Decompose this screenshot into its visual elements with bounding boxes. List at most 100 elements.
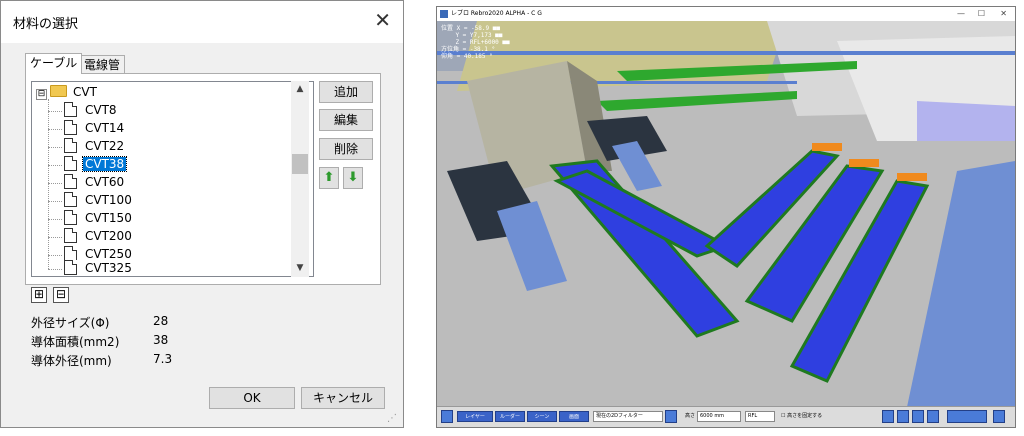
- document-icon: [64, 260, 77, 275]
- close-icon[interactable]: ✕: [374, 10, 391, 30]
- collapse-all-button[interactable]: ⊟: [53, 287, 69, 303]
- tree-branch-line: [48, 111, 62, 112]
- scroll-thumb[interactable]: [292, 154, 308, 174]
- steel-beam: [437, 51, 1015, 55]
- 3d-viewport[interactable]: [437, 21, 1015, 407]
- outer-size-label: 外径サイズ(Φ): [31, 316, 110, 330]
- document-icon: [64, 138, 77, 153]
- material-tree[interactable]: ⊟ CVT CVT8 CVT14 CVT22 CVT38 CVT60 CVT100…: [31, 81, 314, 277]
- tree-branch-line: [48, 201, 62, 202]
- filter-dropdown[interactable]: 現在の2Dフィルター: [593, 411, 663, 422]
- tree-item-label: CVT38: [81, 156, 128, 172]
- move-down-button[interactable]: ⬇: [343, 167, 363, 189]
- tree-item-cvt22[interactable]: CVT22: [64, 138, 126, 155]
- tree-branch-line: [48, 255, 62, 256]
- folder-icon: [50, 85, 67, 97]
- fix-height-checkbox[interactable]: ☐ 高さを固定する: [781, 411, 822, 422]
- camera-icon[interactable]: [912, 410, 924, 423]
- minimize-icon[interactable]: —: [957, 7, 965, 21]
- conductor-diameter-label: 導体外径(mm): [31, 354, 112, 368]
- document-icon: [64, 120, 77, 135]
- app-icon: [440, 10, 448, 18]
- delete-button[interactable]: 削除: [319, 138, 373, 160]
- layer-button[interactable]: レイヤー: [457, 411, 493, 422]
- document-icon: [64, 156, 77, 171]
- document-icon: [64, 174, 77, 189]
- house-icon[interactable]: [897, 410, 909, 423]
- tree-branch-line: [48, 219, 62, 220]
- tree-branch-line: [48, 269, 62, 270]
- cad-window-title: レブロ Rebro2020 ALPHA - C G: [451, 10, 542, 17]
- tab-cable[interactable]: ケーブル: [25, 53, 83, 74]
- tree-item-cvt150[interactable]: CVT150: [64, 210, 134, 227]
- tree-item-cvt60[interactable]: CVT60: [64, 174, 126, 191]
- document-icon: [64, 210, 77, 225]
- document-icon: [64, 228, 77, 243]
- cancel-button[interactable]: キャンセル: [301, 387, 385, 409]
- tree-item-cvt38[interactable]: CVT38: [64, 156, 128, 173]
- window-close-icon[interactable]: ✕: [1000, 7, 1007, 21]
- dialog-titlebar: 材料の選択 ✕: [1, 1, 403, 43]
- tree-item-label: CVT60: [85, 175, 125, 189]
- tree-item-cvt200[interactable]: CVT200: [64, 228, 134, 245]
- height-label: 高さ: [685, 413, 696, 419]
- tree-item-label: CVT250: [85, 247, 132, 261]
- next-icon[interactable]: [993, 410, 1005, 423]
- tree-item-cvt14[interactable]: CVT14: [64, 120, 126, 137]
- tray-end-cap: [897, 173, 927, 181]
- coordinate-readout: 位置 X = -58.9 ■■ Y = Y7,173 ■■ Z = RFL+60…: [441, 25, 510, 60]
- tree-branch-line: [48, 129, 62, 130]
- apply-icon[interactable]: [665, 410, 677, 423]
- cad-titlebar: レブロ Rebro2020 ALPHA - C G — ☐ ✕: [437, 7, 1015, 21]
- maximize-icon[interactable]: ☐: [978, 7, 985, 21]
- tree-scrollbar[interactable]: ▲ ▼: [291, 81, 309, 277]
- scroll-up-icon[interactable]: ▲: [291, 81, 309, 98]
- resize-grip-icon[interactable]: ⋰: [387, 413, 397, 424]
- edit-button[interactable]: 編集: [319, 109, 373, 131]
- tree-root-cvt[interactable]: ⊟ CVT: [36, 84, 99, 101]
- height-input[interactable]: 6000 mm: [697, 411, 741, 422]
- document-icon: [64, 102, 77, 117]
- tray-end-cap: [812, 143, 842, 151]
- collapse-icon[interactable]: ⊟: [36, 89, 47, 100]
- tree-item-label: CVT325: [85, 261, 132, 275]
- tray-end-cap: [849, 159, 879, 167]
- conductor-area-value: 38: [153, 333, 169, 347]
- cad-bottom-toolbar: レイヤー ルーダー シーン 画面 現在の2Dフィルター 高さ 6000 mm R…: [437, 406, 1015, 427]
- tree-item-label: CVT200: [85, 229, 132, 243]
- tree-branch-line: [48, 165, 62, 166]
- scene-button[interactable]: シーン: [527, 411, 557, 422]
- mode-toggle[interactable]: [947, 410, 987, 423]
- ok-button[interactable]: OK: [209, 387, 295, 409]
- screen-button[interactable]: 画面: [559, 411, 589, 422]
- tree-guide-line: [48, 99, 49, 269]
- settings-icon[interactable]: [927, 410, 939, 423]
- home-icon[interactable]: [441, 410, 453, 423]
- tree-item-cvt325[interactable]: CVT325: [64, 260, 134, 276]
- material-select-dialog: 材料の選択 ✕ ケーブル 電線管 ⊟ CVT CVT8 CVT14 CVT22 C…: [0, 0, 404, 428]
- conductor-area-label: 導体面積(mm2): [31, 335, 120, 349]
- expand-icon[interactable]: [882, 410, 894, 423]
- tree-item-cvt100[interactable]: CVT100: [64, 192, 134, 209]
- tree-item-label: CVT100: [85, 193, 132, 207]
- tree-item-cvt8[interactable]: CVT8: [64, 102, 119, 119]
- tree-branch-line: [48, 237, 62, 238]
- scroll-down-icon[interactable]: ▼: [291, 260, 309, 277]
- tree-item-label: CVT22: [85, 139, 125, 153]
- glass-panel: [917, 101, 1015, 141]
- document-icon: [64, 246, 77, 261]
- ruler-button[interactable]: ルーダー: [495, 411, 525, 422]
- document-icon: [64, 192, 77, 207]
- move-up-button[interactable]: ⬆: [319, 167, 339, 189]
- tree-item-label: CVT8: [85, 103, 117, 117]
- outer-size-value: 28: [153, 314, 169, 328]
- conductor-diameter-value: 7.3: [153, 352, 173, 366]
- add-button[interactable]: 追加: [319, 81, 373, 103]
- tab-conduit[interactable]: 電線管: [79, 55, 126, 74]
- dialog-title: 材料の選択: [13, 17, 79, 32]
- tree-item-label: CVT150: [85, 211, 132, 225]
- tree-item-label: CVT14: [85, 121, 125, 135]
- level-dropdown[interactable]: RFL: [745, 411, 775, 422]
- tree-branch-line: [48, 183, 62, 184]
- expand-all-button[interactable]: ⊞: [31, 287, 47, 303]
